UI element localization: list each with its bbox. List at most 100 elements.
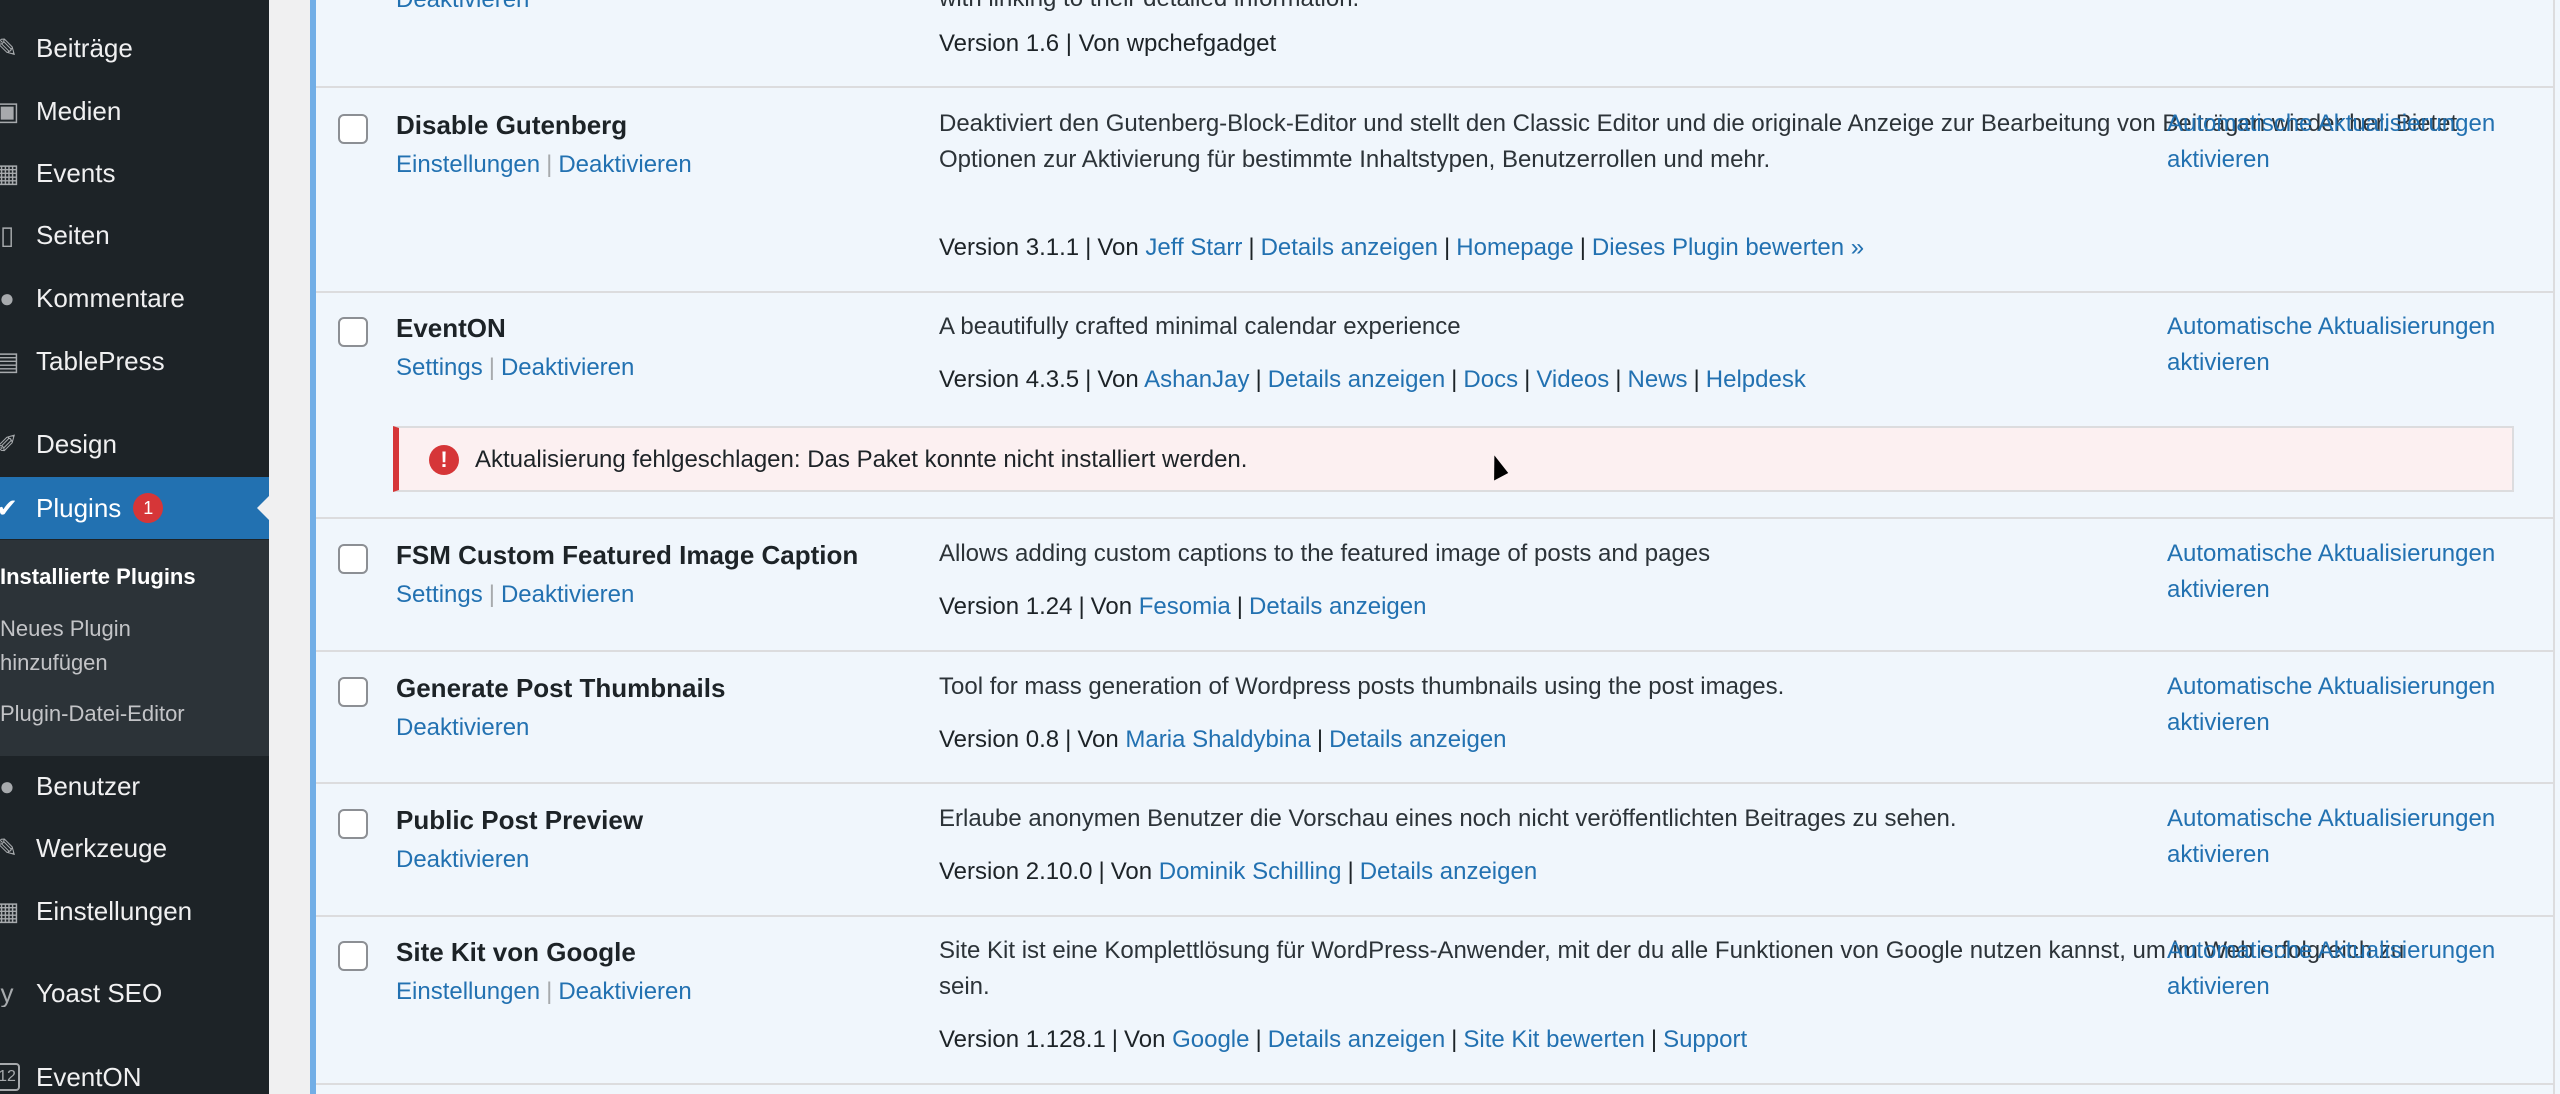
- sidebar-item-label: Medien: [36, 95, 122, 126]
- table-icon: ▤: [0, 347, 20, 375]
- news-link[interactable]: News: [1628, 366, 1688, 393]
- sidebar-item-yoast-seo[interactable]: y Yoast SEO: [0, 962, 269, 1024]
- author-link[interactable]: Fesomia: [1139, 593, 1231, 620]
- sidebar-item-benutzer[interactable]: ● Benutzer: [0, 755, 269, 817]
- admin-sidebar: ✎ Beiträge ▣ Medien ▦ Events ▯ Seiten ● …: [0, 0, 269, 1094]
- author-link[interactable]: AshanJay: [1144, 366, 1249, 393]
- plugin-by: Von: [1090, 593, 1133, 620]
- sidebar-item-label: Seiten: [36, 219, 110, 250]
- sidebar-item-label: Einstellungen: [36, 895, 193, 926]
- helpdesk-link[interactable]: Helpdesk: [1706, 366, 1806, 393]
- enable-auto-updates-link[interactable]: Automatische Aktualisierungen aktivieren: [2167, 933, 2547, 1005]
- plugin-checkbox[interactable]: [338, 544, 368, 574]
- enable-auto-updates-link[interactable]: Automatische Aktualisierungen aktivieren: [2167, 669, 2547, 741]
- author-link[interactable]: Maria Shaldybina: [1125, 726, 1310, 753]
- sidebar-item-design[interactable]: ✐ Design: [0, 413, 269, 475]
- homepage-link[interactable]: Homepage: [1456, 234, 1573, 261]
- plugin-row: Generate Post Thumbnails Deaktivieren To…: [316, 652, 2553, 784]
- deactivate-link[interactable]: Deaktivieren: [396, 714, 529, 741]
- rate-site-kit-link[interactable]: Site Kit bewerten: [1463, 1026, 1644, 1053]
- plugin-name: Site Kit von Google: [396, 937, 636, 967]
- sidebar-item-werkzeuge[interactable]: ✎ Werkzeuge: [0, 817, 269, 879]
- details-link[interactable]: Details anzeigen: [1261, 234, 1438, 261]
- sidebar-item-events[interactable]: ▦ Events: [0, 142, 269, 204]
- sidebar-item-eventon[interactable]: 12 EventON: [0, 1046, 269, 1094]
- sidebar-item-plugins[interactable]: ✔ Plugins 1: [0, 477, 269, 539]
- plugin-actions: Settings | Deaktivieren: [396, 581, 634, 609]
- sidebar-item-label: Events: [36, 157, 116, 188]
- plugin-actions: Einstellungen | Deaktivieren: [396, 978, 692, 1006]
- enable-auto-updates-link[interactable]: Automatische Aktualisierungen aktivieren: [2167, 536, 2547, 608]
- details-link[interactable]: Details anzeigen: [1360, 858, 1537, 885]
- sidebar-item-label: Werkzeuge: [36, 832, 168, 863]
- sidebar-item-einstellungen[interactable]: ▦ Einstellungen: [0, 880, 269, 942]
- pin-icon: ✎: [0, 34, 18, 62]
- deactivate-link[interactable]: Deaktivieren: [396, 846, 529, 873]
- settings-link[interactable]: Settings: [396, 581, 483, 608]
- deactivate-link[interactable]: Deaktivieren: [558, 151, 691, 178]
- plugin-actions: Deaktivieren: [396, 714, 529, 742]
- page-icon: ▯: [0, 221, 15, 249]
- support-link[interactable]: Support: [1663, 1026, 1747, 1053]
- author-link[interactable]: Dominik Schilling: [1159, 858, 1342, 885]
- deactivate-link[interactable]: Deaktivieren: [501, 354, 634, 381]
- plugin-checkbox[interactable]: [338, 114, 368, 144]
- plugin-icon: ✔: [0, 494, 18, 522]
- calendar-icon: ▦: [0, 159, 20, 187]
- plugin-version: Version 2.10.0: [939, 858, 1093, 885]
- enable-auto-updates-link[interactable]: Automatische Aktualisierungen aktivieren: [2167, 801, 2547, 873]
- sidebar-item-tablepress[interactable]: ▤ TablePress: [0, 330, 269, 392]
- deactivate-link[interactable]: Deaktivieren: [396, 0, 529, 14]
- submenu-add-new-line2: hinzufügen: [0, 650, 108, 675]
- brush-icon: ✐: [0, 430, 18, 458]
- plugin-version: Version 0.8: [939, 726, 1060, 753]
- plugin-name: FSM Custom Featured Image Caption: [396, 540, 859, 570]
- deactivate-link[interactable]: Deaktivieren: [501, 581, 634, 608]
- sidebar-item-label: Plugins: [36, 492, 122, 523]
- plugin-by: Von: [1124, 1026, 1166, 1053]
- action-separator: |: [546, 978, 553, 1005]
- active-plugins-indicator: [310, 0, 316, 1094]
- settings-icon: ▦: [0, 897, 20, 925]
- plugin-checkbox[interactable]: [338, 317, 368, 347]
- details-link[interactable]: Details anzeigen: [1268, 366, 1445, 393]
- submenu-installed-plugins[interactable]: Installierte Plugins: [0, 560, 196, 594]
- videos-link[interactable]: Videos: [1536, 366, 1609, 393]
- sidebar-item-label: TablePress: [36, 345, 165, 376]
- sidebar-item-label: EventON: [36, 1061, 142, 1092]
- author-link[interactable]: Google: [1172, 1026, 1249, 1053]
- details-link[interactable]: Details anzeigen: [1249, 593, 1426, 620]
- author-link[interactable]: Jeff Starr: [1145, 234, 1242, 261]
- submenu-add-new-line1: Neues Plugin: [0, 616, 131, 641]
- sidebar-item-kommentare[interactable]: ● Kommentare: [0, 267, 269, 329]
- plugin-checkbox[interactable]: [338, 809, 368, 839]
- sidebar-item-medien[interactable]: ▣ Medien: [0, 80, 269, 142]
- plugin-by: Von: [1110, 858, 1153, 885]
- plugin-meta: Version 1.24 | Von Fesomia | Details anzeige…: [939, 593, 1427, 620]
- plugin-meta: Version 1.128.1 | Von Google | Details anzei…: [939, 1026, 1748, 1053]
- settings-link[interactable]: Settings: [396, 354, 483, 381]
- plugin-description: with linking to their detailed informati…: [939, 0, 2459, 14]
- deactivate-link[interactable]: Deaktivieren: [558, 978, 691, 1005]
- details-link[interactable]: Details anzeigen: [1268, 1026, 1445, 1053]
- plugin-meta: Version 2.10.0 | Von Dominik Schilling | Det…: [939, 858, 1538, 885]
- enable-auto-updates-link[interactable]: Automatische Aktualisierungen aktivieren: [2167, 106, 2547, 178]
- settings-link[interactable]: Einstellungen: [396, 151, 540, 178]
- plugin-checkbox[interactable]: [338, 677, 368, 707]
- plugin-row: Public Post Preview Deaktivieren Erlaube…: [316, 784, 2553, 917]
- plugin-name: Disable Gutenberg: [396, 110, 628, 140]
- rate-plugin-link[interactable]: Dieses Plugin bewerten »: [1592, 234, 1864, 261]
- details-link[interactable]: Details anzeigen: [1329, 726, 1506, 753]
- settings-link[interactable]: Einstellungen: [396, 978, 540, 1005]
- error-icon: !: [429, 445, 459, 475]
- submenu-plugin-file-editor[interactable]: Plugin-Datei-Editor: [0, 697, 185, 731]
- sidebar-item-seiten[interactable]: ▯ Seiten: [0, 204, 269, 266]
- plugin-checkbox[interactable]: [338, 941, 368, 971]
- sidebar-item-label: Kommentare: [36, 282, 185, 313]
- docs-link[interactable]: Docs: [1463, 366, 1518, 393]
- enable-auto-updates-link[interactable]: Automatische Aktualisierungen aktivieren: [2167, 309, 2547, 381]
- submenu-add-new-plugin[interactable]: Neues Plugin hinzufügen: [0, 612, 131, 680]
- sidebar-item-label: Beiträge: [36, 32, 133, 63]
- plugin-by: Von: [1077, 726, 1119, 753]
- sidebar-item-beitraege[interactable]: ✎ Beiträge: [0, 17, 269, 79]
